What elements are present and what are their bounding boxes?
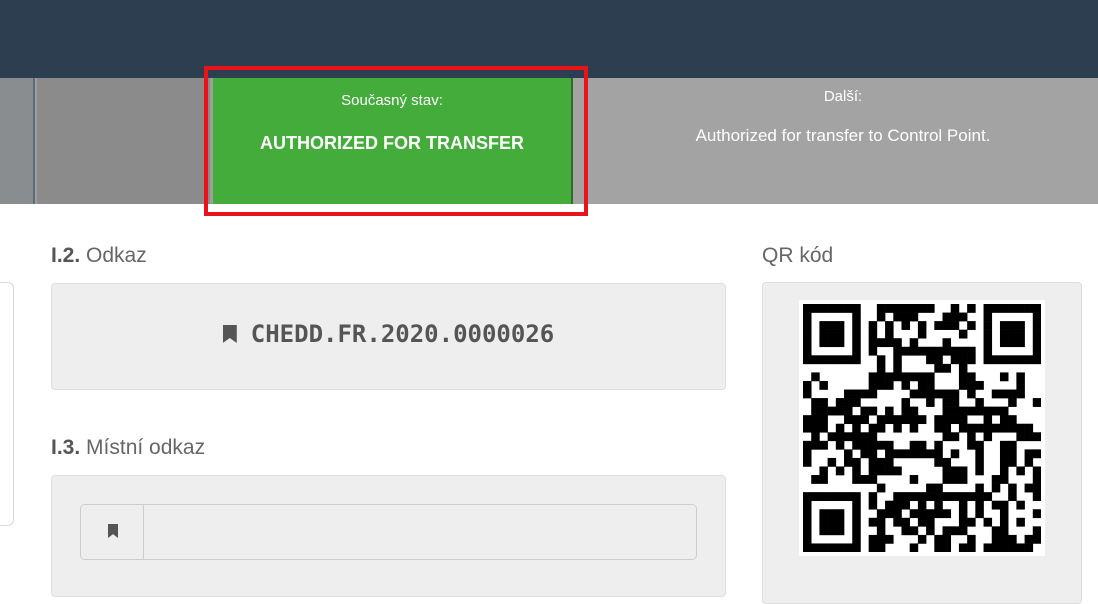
reference-field-label: I.2. Odkaz: [51, 244, 147, 268]
status-workflow-bar: Současný stav: AUTHORIZED FOR TRANSFER D…: [0, 78, 1098, 204]
qr-code-label: QR kód: [762, 244, 834, 267]
local-reference-field-number: I.3.: [51, 436, 81, 459]
local-reference-input[interactable]: [144, 505, 696, 559]
local-reference-field-text: Místní odkaz: [86, 436, 206, 459]
reference-value-row: CHEDD.FR.2020.0000026: [52, 320, 725, 348]
current-status-panel: Současný stav: AUTHORIZED FOR TRANSFER: [213, 78, 573, 204]
next-status-label: Další:: [823, 88, 863, 105]
local-reference-box: [51, 475, 726, 597]
local-reference-input-group: [80, 504, 697, 560]
local-reference-field-label: I.3. Místní odkaz: [51, 436, 205, 460]
current-status-value: AUTHORIZED FOR TRANSFER: [260, 133, 524, 153]
next-status-value: Authorized for transfer to Control Point…: [695, 126, 991, 145]
local-reference-addon: [81, 505, 144, 559]
left-side-card: [0, 282, 14, 526]
status-spacer: [37, 78, 210, 204]
reference-field-number: I.2.: [51, 244, 81, 267]
qr-code-box: [762, 282, 1082, 604]
top-navbar: [0, 0, 1098, 78]
bookmark-icon: [108, 524, 118, 538]
reference-value: CHEDD.FR.2020.0000026: [250, 320, 555, 348]
qr-code-icon: [803, 304, 1041, 552]
status-previous-step: [0, 78, 35, 204]
current-status-label: Současný stav:: [341, 92, 443, 109]
next-status-panel: Další: Authorized for transfer to Contro…: [573, 78, 1098, 204]
qr-code-image: [799, 300, 1045, 556]
bookmark-icon: [222, 325, 237, 343]
reference-field-text: Odkaz: [86, 244, 147, 267]
reference-value-box: CHEDD.FR.2020.0000026: [51, 283, 726, 390]
